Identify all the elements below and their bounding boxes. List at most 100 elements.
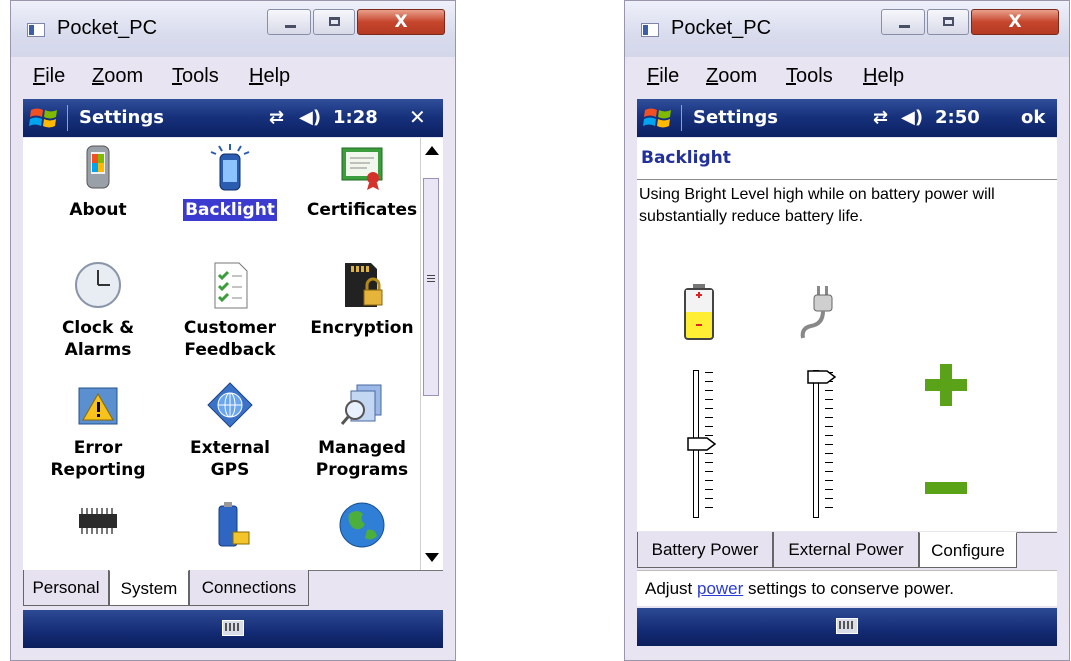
taskbar-title: Settings: [79, 107, 164, 128]
external-brightness-slider[interactable]: [807, 370, 847, 520]
slider-thumb[interactable]: [807, 370, 837, 384]
maximize-icon: [329, 17, 340, 26]
page-title: Backlight: [641, 148, 731, 168]
menu-zoom[interactable]: Zoom: [706, 65, 757, 88]
icon-item-memory[interactable]: [33, 500, 163, 557]
icon-item-customer-feedback[interactable]: Customer Feedback: [165, 260, 295, 361]
minus-icon[interactable]: [921, 478, 971, 498]
regional-icon: [339, 502, 385, 548]
external-power-plug-icon: [800, 286, 833, 339]
clock-time[interactable]: 1:28: [333, 107, 378, 128]
ok-button[interactable]: ok: [1021, 107, 1045, 128]
description-text: Using Bright Level high while on battery…: [639, 186, 995, 225]
window-title: Pocket_PC: [57, 17, 158, 39]
power-icon: [218, 502, 250, 547]
icon-label: Managed Programs: [315, 438, 409, 480]
menu-tools[interactable]: Tools: [786, 65, 833, 88]
certificates-icon: [341, 147, 383, 190]
device-taskbar: Settings ⇄ ◀) 2:50 ok: [637, 99, 1057, 137]
icon-label: Error Reporting: [50, 438, 146, 480]
memory-icon: [79, 508, 117, 534]
menu-help[interactable]: Help: [863, 65, 904, 88]
menu-file[interactable]: File: [33, 65, 65, 88]
vertical-scrollbar[interactable]: [420, 138, 443, 570]
header-divider: [637, 179, 1057, 180]
slider-thumb[interactable]: [687, 437, 717, 451]
maximize-button[interactable]: [927, 9, 969, 35]
scroll-down-icon[interactable]: [425, 553, 439, 562]
power-link[interactable]: power: [697, 579, 743, 598]
backlight-tabs: Battery Power External Power Configure: [637, 532, 1057, 571]
battery-brightness-slider[interactable]: [687, 370, 727, 520]
icon-item-clock-alarms[interactable]: Clock & Alarms: [33, 260, 163, 361]
app-icon: [641, 23, 659, 37]
clock-time[interactable]: 2:50: [935, 107, 980, 128]
keyboard-icon[interactable]: [836, 618, 858, 634]
tab-external-power[interactable]: External Power: [773, 532, 919, 568]
close-button[interactable]: X: [357, 9, 445, 35]
connectivity-icon[interactable]: ⇄: [873, 107, 888, 128]
windows-start-icon[interactable]: [643, 104, 673, 132]
icon-item-external-gps[interactable]: External GPS: [165, 380, 295, 481]
menu-zoom[interactable]: Zoom: [92, 65, 143, 88]
volume-icon[interactable]: ◀): [299, 107, 321, 128]
icon-label: Certificates: [306, 200, 418, 220]
window-titlebar[interactable]: Pocket_PC X: [625, 1, 1069, 57]
icon-item-backlight[interactable]: Backlight: [165, 142, 295, 221]
tab-configure[interactable]: Configure: [919, 532, 1017, 568]
tab-system[interactable]: System: [109, 570, 189, 606]
feedback-icon: [214, 262, 248, 309]
icon-label: Customer Feedback: [183, 318, 277, 360]
pocket-pc-window-right: Pocket_PC X File Zoom Tools Help Setting…: [624, 0, 1070, 661]
slider-track: [813, 370, 819, 518]
menu-bar: File Zoom Tools Help: [23, 61, 443, 93]
plus-icon[interactable]: [921, 360, 971, 410]
close-settings-button[interactable]: ✕: [409, 105, 426, 129]
icon-item-about[interactable]: About: [33, 142, 163, 221]
tab-personal[interactable]: Personal: [23, 570, 109, 606]
close-icon: X: [394, 12, 408, 32]
icon-label: External GPS: [189, 438, 271, 480]
hint-bar: Adjust power settings to conserve power.: [637, 570, 1057, 606]
scroll-up-icon[interactable]: [425, 146, 439, 155]
icon-label: Clock & Alarms: [61, 318, 135, 360]
hint-suffix: settings to conserve power.: [743, 579, 955, 598]
minimize-button[interactable]: [881, 9, 925, 35]
slider-ticks: [825, 372, 833, 516]
icon-item-error-reporting[interactable]: Error Reporting: [33, 380, 163, 481]
soft-key-bar: [23, 610, 443, 648]
icon-item-power[interactable]: [165, 500, 295, 557]
icon-item-managed-programs[interactable]: Managed Programs: [297, 380, 427, 481]
device-taskbar: Settings ⇄ ◀) 1:28 ✕: [23, 99, 443, 137]
icon-label: Encryption: [310, 318, 414, 338]
volume-icon[interactable]: ◀): [901, 107, 923, 128]
icon-item-regional[interactable]: [297, 500, 427, 557]
menu-help[interactable]: Help: [249, 65, 290, 88]
menu-bar: File Zoom Tools Help: [637, 61, 1057, 93]
icon-item-certificates[interactable]: Certificates: [297, 142, 427, 221]
settings-icon-grid: About Backlight Certificates Clock & Ala…: [23, 138, 443, 570]
managed-programs-icon: [340, 384, 382, 425]
menu-file[interactable]: File: [647, 65, 679, 88]
tab-battery-power[interactable]: Battery Power: [637, 532, 773, 568]
encryption-icon: [345, 263, 383, 307]
taskbar-title: Settings: [693, 107, 778, 128]
clock-icon: [75, 262, 121, 308]
soft-key-bar: [637, 608, 1057, 646]
error-icon: [78, 387, 118, 425]
connectivity-icon[interactable]: ⇄: [269, 107, 284, 128]
menu-tools[interactable]: Tools: [172, 65, 219, 88]
about-icon: [86, 145, 110, 189]
close-button[interactable]: X: [971, 9, 1059, 35]
icon-label: About: [69, 200, 127, 220]
keyboard-icon[interactable]: [222, 620, 244, 636]
scroll-thumb[interactable]: [423, 178, 439, 396]
maximize-button[interactable]: [313, 9, 355, 35]
windows-start-icon[interactable]: [29, 104, 59, 132]
pocket-pc-window-left: Pocket_PC X File Zoom Tools Help Setting…: [10, 0, 456, 661]
icon-item-encryption[interactable]: Encryption: [297, 260, 427, 339]
window-titlebar[interactable]: Pocket_PC X: [11, 1, 455, 57]
minimize-button[interactable]: [267, 9, 311, 35]
tab-connections[interactable]: Connections: [189, 570, 309, 606]
backlight-panel: Backlight Using Bright Level high while …: [637, 138, 1057, 531]
